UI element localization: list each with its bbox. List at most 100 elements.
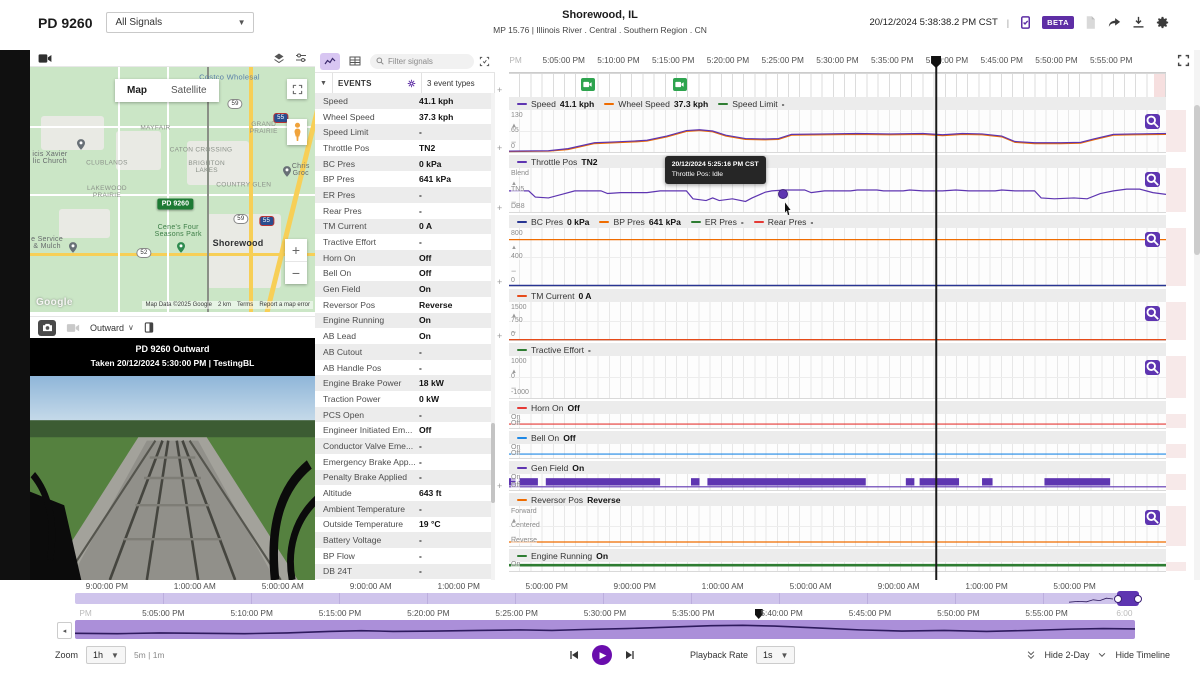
camera-image[interactable] <box>30 376 315 580</box>
collapse-panel-icon[interactable]: − <box>511 532 516 542</box>
play-button[interactable]: ▶ <box>592 645 612 665</box>
chart-plot-bell-on[interactable]: On Off <box>509 444 1186 459</box>
map-view-button[interactable]: Map <box>115 79 159 102</box>
signal-row[interactable]: AB Cutout - <box>315 344 491 360</box>
signal-row[interactable]: Engineer Initiated Em... Off <box>315 422 491 438</box>
map-zoom-in-button[interactable]: + <box>285 239 307 262</box>
timeline-collapse-button[interactable]: ◂ <box>57 622 72 639</box>
signal-row[interactable]: AB Handle Pos - <box>315 360 491 376</box>
collapse-panel-icon[interactable]: − <box>511 383 516 393</box>
signal-row[interactable]: ER Pres - <box>315 187 491 203</box>
table-view-button[interactable] <box>345 53 365 70</box>
map-report-link[interactable]: Report a map error <box>259 302 310 308</box>
expand-panel-icon[interactable]: + <box>497 331 502 341</box>
pan-up-icon[interactable]: ▲ <box>511 518 517 524</box>
tune-icon[interactable] <box>295 53 307 63</box>
signal-row[interactable]: Tractive Effort - <box>315 234 491 250</box>
signal-search-input[interactable]: Filter signals <box>370 53 474 69</box>
train-location-badge[interactable]: PD 9260 <box>157 198 193 210</box>
signal-row[interactable]: BC Pres 0 kPa <box>315 155 491 172</box>
expand-panel-icon[interactable]: + <box>497 277 502 287</box>
hour-waveform-band[interactable] <box>75 620 1135 639</box>
chart-zoom-icon[interactable] <box>1145 306 1160 321</box>
pan-up-icon[interactable]: ▲ <box>511 313 517 319</box>
chart-zoom-icon[interactable] <box>1145 232 1160 247</box>
charts-fullscreen-icon[interactable] <box>1177 54 1190 67</box>
download-icon[interactable] <box>1131 15 1146 30</box>
signal-row[interactable]: Emergency Brake App... - <box>315 454 491 470</box>
chart-plot-gen-field[interactable]: On Off <box>509 474 1186 491</box>
pan-up-icon[interactable]: ▲ <box>511 181 517 187</box>
collapse-panel-icon[interactable]: − <box>511 197 516 207</box>
hide-timeline-button[interactable]: Hide Timeline <box>1115 650 1170 660</box>
hide-2day-button[interactable]: Hide 2-Day <box>1044 650 1089 660</box>
signal-row[interactable]: BP Pres 641 kPa <box>315 171 491 187</box>
signal-row[interactable]: Ambient Temperature - <box>315 500 491 517</box>
signal-row[interactable]: Battery Voltage - <box>315 532 491 548</box>
chart-plot-tractive-effort[interactable]: 1000 0 -1000 ▲ − <box>509 356 1186 399</box>
chart-view-button[interactable] <box>320 52 340 70</box>
event-strip[interactable] <box>509 73 1166 98</box>
satellite-view-button[interactable]: Satellite <box>159 79 219 102</box>
panel-icon[interactable] <box>144 322 154 333</box>
chart-zoom-icon[interactable] <box>1145 510 1160 525</box>
signal-row[interactable]: Horn On Off <box>315 249 491 266</box>
signal-filter-select[interactable]: All Signals ▼ <box>106 12 255 33</box>
chart-zoom-icon[interactable] <box>1145 172 1160 187</box>
document-icon[interactable] <box>1083 15 1098 30</box>
chart-plot-speed[interactable]: 130 65 0 ▲ − <box>509 110 1186 153</box>
playback-rate-select[interactable]: 1s ▼ <box>756 646 796 664</box>
event-camera-icon[interactable] <box>672 78 687 91</box>
chart-plot-engine-running[interactable]: On <box>509 561 1186 572</box>
selector-left-handle[interactable] <box>1114 595 1122 603</box>
signal-row[interactable]: Outside Temperature 19 °C <box>315 517 491 533</box>
chart-plot-reversor-pos[interactable]: Forward Centered Reverse ▲ − <box>509 506 1186 547</box>
signal-row[interactable]: Gen Field On <box>315 281 491 297</box>
device-icon[interactable] <box>1018 15 1033 30</box>
events-filter-caret[interactable]: ▼ <box>315 73 333 93</box>
expand-panel-icon[interactable]: + <box>497 481 502 491</box>
signal-row[interactable]: Rear Pres - <box>315 203 491 219</box>
signal-row[interactable]: BP Flow - <box>315 548 491 564</box>
signal-row[interactable]: Wheel Speed 37.3 kph <box>315 109 491 125</box>
map-canvas[interactable]: Costco Wholesal MAYFAIR GRAND PRAIRIE icis … <box>30 67 315 312</box>
selector-right-handle[interactable] <box>1134 595 1142 603</box>
event-camera-icon[interactable] <box>580 78 595 91</box>
signal-row[interactable]: Speed Limit - <box>315 124 491 141</box>
chart-plot-bc-pres[interactable]: 800 400 0 ▲ − <box>509 228 1186 287</box>
two-day-band[interactable] <box>75 591 1142 606</box>
skip-forward-button[interactable] <box>624 649 636 661</box>
event-types-count[interactable]: 3 event types <box>422 73 495 93</box>
skip-back-button[interactable] <box>568 649 580 661</box>
signal-row[interactable]: Reversor Pos Reverse <box>315 297 491 313</box>
collapse-panel-icon[interactable]: − <box>511 266 516 276</box>
collapse-panel-icon[interactable]: − <box>511 327 516 337</box>
pan-up-icon[interactable]: ▲ <box>511 369 517 375</box>
map-terms-link[interactable]: Terms <box>237 302 253 308</box>
signal-row[interactable]: Throttle Pos TN2 <box>315 140 491 156</box>
video-camera-icon[interactable] <box>38 53 52 64</box>
pegman-icon[interactable] <box>287 119 307 145</box>
signal-row[interactable]: AB Lead On <box>315 328 491 344</box>
signal-row[interactable]: Speed 41.1 kph <box>315 93 491 109</box>
signal-row[interactable]: Penalty Brake Applied - <box>315 469 491 486</box>
subzoom-options[interactable]: 5m | 1m <box>134 650 165 660</box>
layers-icon[interactable] <box>273 52 285 64</box>
expand-panel-icon[interactable]: + <box>497 85 502 95</box>
signal-row[interactable]: DB 24T - <box>315 563 491 580</box>
time-window-selector[interactable] <box>1114 591 1142 606</box>
events-dropdown[interactable]: EVENTS <box>333 73 422 93</box>
charts-scrollbar[interactable] <box>1194 50 1200 580</box>
chart-plot-throttle[interactable]: Blend TN5 DB8 ▲ −20/12/2024 5:25:16 PM CST Th… <box>509 156 1186 216</box>
select-region-icon[interactable] <box>479 56 490 67</box>
collapse-panel-icon[interactable]: − <box>511 137 516 147</box>
signal-row[interactable]: Traction Power 0 kW <box>315 391 491 407</box>
video-mode-icon[interactable] <box>66 323 80 333</box>
signal-row[interactable]: Bell On Off <box>315 266 491 282</box>
pan-up-icon[interactable]: ▲ <box>511 245 517 251</box>
share-icon[interactable] <box>1107 15 1122 30</box>
map-zoom-out-button[interactable]: − <box>285 262 307 284</box>
chart-plot-tm-current[interactable]: 1500 750 0 ▲ − <box>509 302 1186 341</box>
pan-up-icon[interactable]: ▲ <box>511 123 517 129</box>
signal-row[interactable]: Altitude 643 ft <box>315 485 491 501</box>
